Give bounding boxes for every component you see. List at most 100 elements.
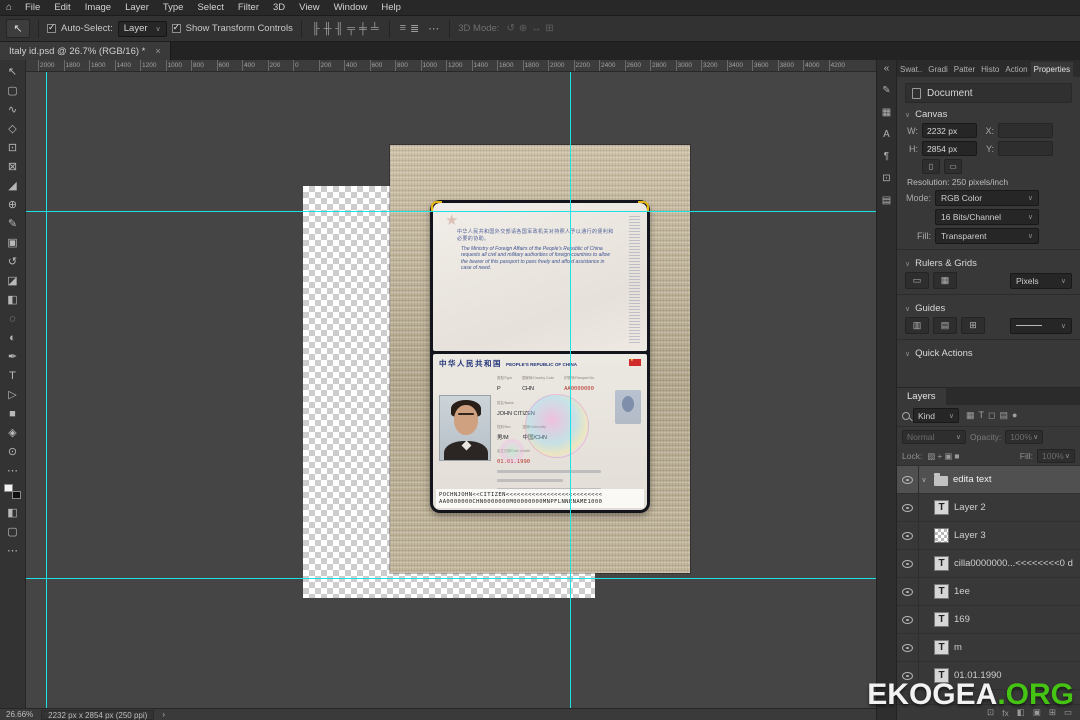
guides-section-header[interactable]: ∨ Guides (905, 303, 1072, 314)
close-tab-icon[interactable]: × (155, 46, 160, 56)
foreground-background-swatches[interactable] (4, 484, 21, 499)
layer-filter-icon[interactable]: ▤ (998, 410, 1011, 421)
passport-document[interactable]: ★ 中华人民共和国外交部请各国军政机关对持照人予以通行的便利和必要的协助。 Th… (430, 200, 650, 513)
layer-row[interactable]: m (897, 634, 1080, 662)
fill-dropdown[interactable]: Transparent ∨ (935, 228, 1039, 244)
paragraph-panel-icon[interactable]: ¶ (884, 151, 889, 162)
type-tool[interactable]: T (1, 366, 25, 385)
frame-tool[interactable]: ⊠ (1, 157, 25, 176)
layer-row[interactable]: Layer 3 (897, 522, 1080, 550)
landscape-orientation-button[interactable]: ▭ (944, 159, 962, 174)
toolbar-bottom-icon[interactable]: ▢ (1, 522, 25, 541)
zoom-level[interactable]: 26.66% (6, 710, 33, 719)
menu-item[interactable]: Image (78, 0, 118, 15)
brush-settings-icon[interactable]: ✎ (882, 85, 890, 96)
rulers-grids-section-header[interactable]: ∨ Rulers & Grids (905, 258, 1072, 269)
more-tools[interactable]: ⋯ (1, 461, 25, 480)
x-input[interactable] (998, 123, 1053, 138)
clone-source-icon[interactable]: ⊡ (882, 173, 890, 184)
swatches-panel-icon[interactable]: ▦ (882, 107, 891, 118)
show-transform-checkbox[interactable] (171, 22, 181, 33)
menu-item[interactable]: Select (190, 0, 230, 15)
lock-icon[interactable]: ■ (953, 451, 960, 462)
collapse-panels-icon[interactable]: « (884, 63, 890, 74)
layer-row[interactable]: 1ee (897, 578, 1080, 606)
menu-item[interactable]: Type (156, 0, 191, 15)
width-input[interactable]: 2232 px (922, 123, 977, 138)
history-brush-tool[interactable]: ↺ (1, 252, 25, 271)
opacity-input[interactable]: 100% ∨ (1005, 430, 1044, 444)
align-icon[interactable]: ╢ (333, 23, 345, 35)
lock-icon[interactable]: ▣ (943, 451, 953, 462)
eyedropper-tool[interactable]: ◢ (1, 176, 25, 195)
layer-row[interactable]: edita text (897, 466, 1080, 494)
visibility-toggle[interactable] (897, 578, 919, 605)
layer-filter-icon[interactable]: ▦ (964, 410, 977, 421)
blur-tool[interactable]: ◌ (1, 309, 25, 328)
guide-style-dropdown[interactable]: ∨ (1010, 317, 1072, 334)
foreground-color-swatch[interactable] (4, 484, 13, 492)
canvas-section-header[interactable]: ∨ Canvas (905, 109, 1072, 120)
panel-tab[interactable]: Histo (978, 62, 1002, 77)
clear-guides-button[interactable]: ⊞ (961, 317, 985, 334)
visibility-toggle[interactable] (897, 634, 919, 661)
layers-tab[interactable]: Layers (897, 388, 946, 405)
hand-tool[interactable]: ◈ (1, 423, 25, 442)
distribute-icon[interactable]: ≡ (398, 22, 408, 35)
path-selection-tool[interactable]: ▷ (1, 385, 25, 404)
toggle-guides-button[interactable]: ▥ (905, 317, 929, 334)
pen-tool[interactable]: ✒ (1, 347, 25, 366)
quick-selection-tool[interactable]: ◇ (1, 119, 25, 138)
home-icon[interactable]: ⌂ (0, 2, 18, 13)
move-tool[interactable]: ↖ (1, 62, 25, 81)
guide-horizontal[interactable] (26, 211, 876, 212)
gradient-tool[interactable]: ◧ (1, 290, 25, 309)
lock-guides-button[interactable]: ▤ (933, 317, 957, 334)
menu-item[interactable]: Layer (118, 0, 156, 15)
auto-select-checkbox[interactable] (47, 22, 56, 33)
menu-item[interactable]: Help (374, 0, 408, 15)
visibility-toggle[interactable] (897, 522, 919, 549)
lasso-tool[interactable]: ∿ (1, 100, 25, 119)
libraries-panel-icon[interactable]: ▤ (882, 195, 891, 206)
menu-item[interactable]: File (18, 0, 47, 15)
align-icon[interactable]: ╫ (322, 23, 334, 35)
group-expander-icon[interactable] (919, 476, 929, 484)
layer-fill-input[interactable]: 100% ∨ (1037, 449, 1075, 463)
toolbar-bottom-icon[interactable]: ⋯ (1, 541, 25, 560)
panel-tab[interactable]: Properties (1030, 62, 1074, 77)
canvas-area[interactable]: 2000 1800 1600 1400 1200 1000 800 600 400 200 0 200… (26, 60, 876, 708)
bit-depth-dropdown[interactable]: 16 Bits/Channel ∨ (935, 209, 1039, 225)
clone-stamp-tool[interactable]: ▣ (1, 233, 25, 252)
more-options-button[interactable]: ⋯ (426, 22, 441, 35)
align-icon[interactable]: ╟ (310, 23, 322, 35)
menu-item[interactable]: 3D (266, 0, 292, 15)
lock-icon[interactable]: + (936, 451, 943, 462)
document-tab[interactable]: Italy id.psd @ 26.7% (RGB/16) * × (0, 42, 171, 60)
eraser-tool[interactable]: ◪ (1, 271, 25, 290)
color-mode-dropdown[interactable]: RGB Color ∨ (935, 190, 1039, 206)
layer-filter-icon[interactable]: ◻ (986, 410, 997, 421)
toggle-grid-button[interactable]: ▦ (933, 272, 957, 289)
shape-tool[interactable]: ■ (1, 404, 25, 423)
align-icon[interactable]: ╤ (345, 23, 357, 35)
menu-item[interactable]: Edit (47, 0, 77, 15)
layer-row[interactable]: Layer 2 (897, 494, 1080, 522)
blend-mode-dropdown[interactable]: Normal ∨ (902, 430, 966, 444)
visibility-toggle[interactable] (897, 466, 919, 493)
align-icon[interactable]: ╧ (369, 23, 381, 35)
background-color-swatch[interactable] (12, 491, 21, 499)
auto-select-dropdown[interactable]: Layer ∨ (117, 20, 167, 37)
visibility-toggle[interactable] (897, 550, 919, 577)
filter-kind-dropdown[interactable]: Kind ∨ (913, 408, 959, 423)
panel-tab[interactable]: Patter (951, 62, 978, 77)
distribute-icon[interactable]: ≣ (408, 22, 421, 35)
menu-item[interactable]: Filter (231, 0, 266, 15)
status-chevron-icon[interactable]: › (162, 710, 165, 719)
marquee-tool[interactable]: ▢ (1, 81, 25, 100)
layer-row[interactable]: 169 (897, 606, 1080, 634)
visibility-toggle[interactable] (897, 606, 919, 633)
toolbar-bottom-icon[interactable]: ◧ (1, 503, 25, 522)
guide-vertical[interactable] (570, 72, 571, 708)
portrait-orientation-button[interactable]: ▯ (922, 159, 940, 174)
